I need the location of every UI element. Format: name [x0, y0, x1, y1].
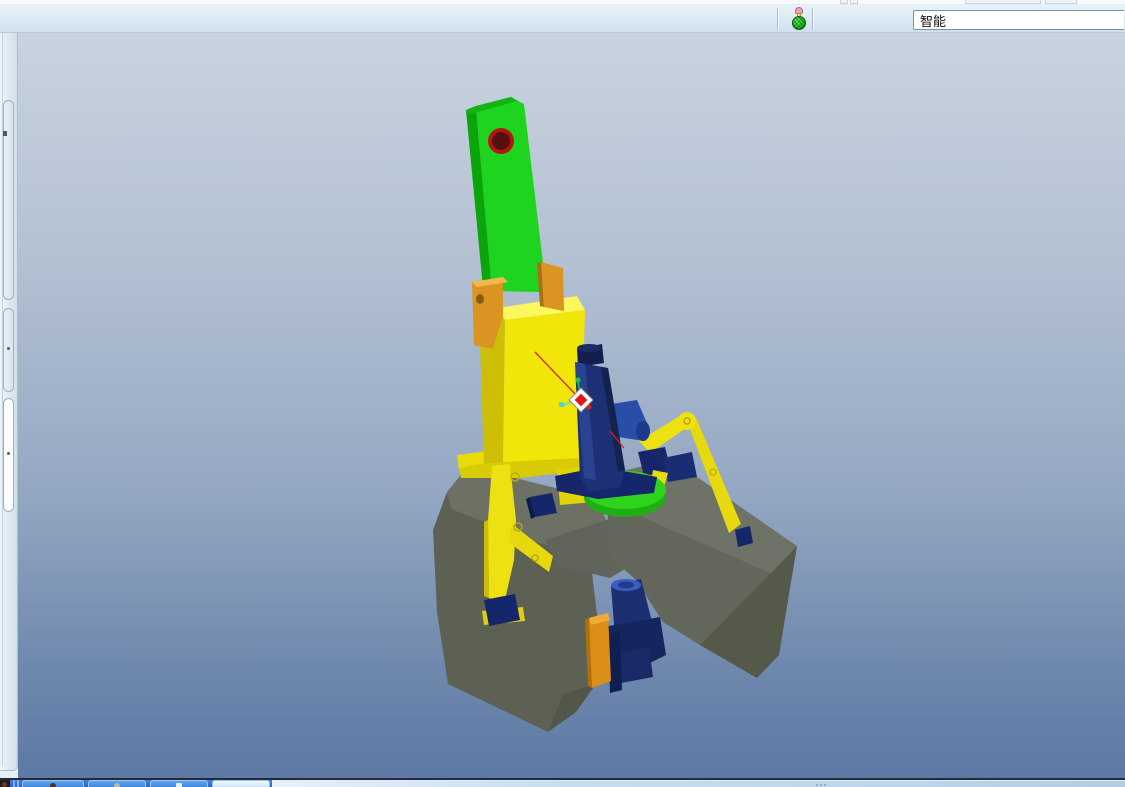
start-button[interactable] — [0, 780, 10, 787]
navigator-sash — [0, 33, 18, 771]
lower-orange-bracket[interactable] — [585, 613, 611, 688]
sash-collapse-tick — [3, 131, 7, 136]
clevis-bracket-right[interactable] — [537, 262, 564, 311]
toolbar-button-stub — [965, 0, 1041, 4]
taskbar-tray-strip[interactable] — [272, 780, 1125, 787]
graphics-viewport[interactable] — [18, 33, 1125, 778]
traffic-light-icon[interactable] — [791, 7, 807, 32]
grip-dot — [820, 784, 822, 786]
upper-link-arm[interactable] — [466, 97, 543, 292]
sash-handle-bottom[interactable] — [3, 398, 14, 512]
taskbar-divider — [13, 780, 15, 787]
app-window: { "toolbar": { "filter_value": "智能", "ic… — [0, 0, 1125, 787]
taskbar-divider — [17, 780, 19, 787]
sash-handle-dot — [7, 452, 10, 455]
grip-dot — [816, 784, 818, 786]
sash-handle-dot — [7, 347, 10, 350]
taskbar-button-3[interactable] — [150, 780, 208, 787]
drag-axis-cyan-dot — [559, 402, 564, 407]
top-toolbar — [0, 5, 1125, 33]
toolbar-grip-stub — [840, 0, 848, 4]
app-icon — [50, 783, 56, 787]
clamshell-bucket-left[interactable] — [433, 466, 610, 732]
sash-handle-middle[interactable] — [3, 308, 14, 392]
taskbar-button-2[interactable] — [88, 780, 146, 787]
sash-handle-top[interactable] — [3, 100, 14, 300]
assembly-model[interactable] — [18, 33, 1125, 778]
grip-dot — [824, 784, 826, 786]
selection-filter-input[interactable] — [913, 10, 1124, 30]
toolbar-separator — [812, 8, 813, 30]
toolbar-button-stub — [1045, 0, 1077, 4]
toolbar-separator — [777, 8, 778, 30]
toolbar-grip-stub — [850, 0, 858, 4]
taskbar-button-4[interactable] — [212, 780, 270, 787]
drag-axis-green-dot — [575, 377, 581, 383]
windows-taskbar — [0, 780, 1125, 787]
traffic-light-green-ball — [792, 16, 806, 30]
app-icon — [114, 783, 120, 787]
start-icon — [2, 782, 7, 787]
app-icon — [176, 783, 182, 787]
taskbar-button-1[interactable] — [22, 780, 84, 787]
